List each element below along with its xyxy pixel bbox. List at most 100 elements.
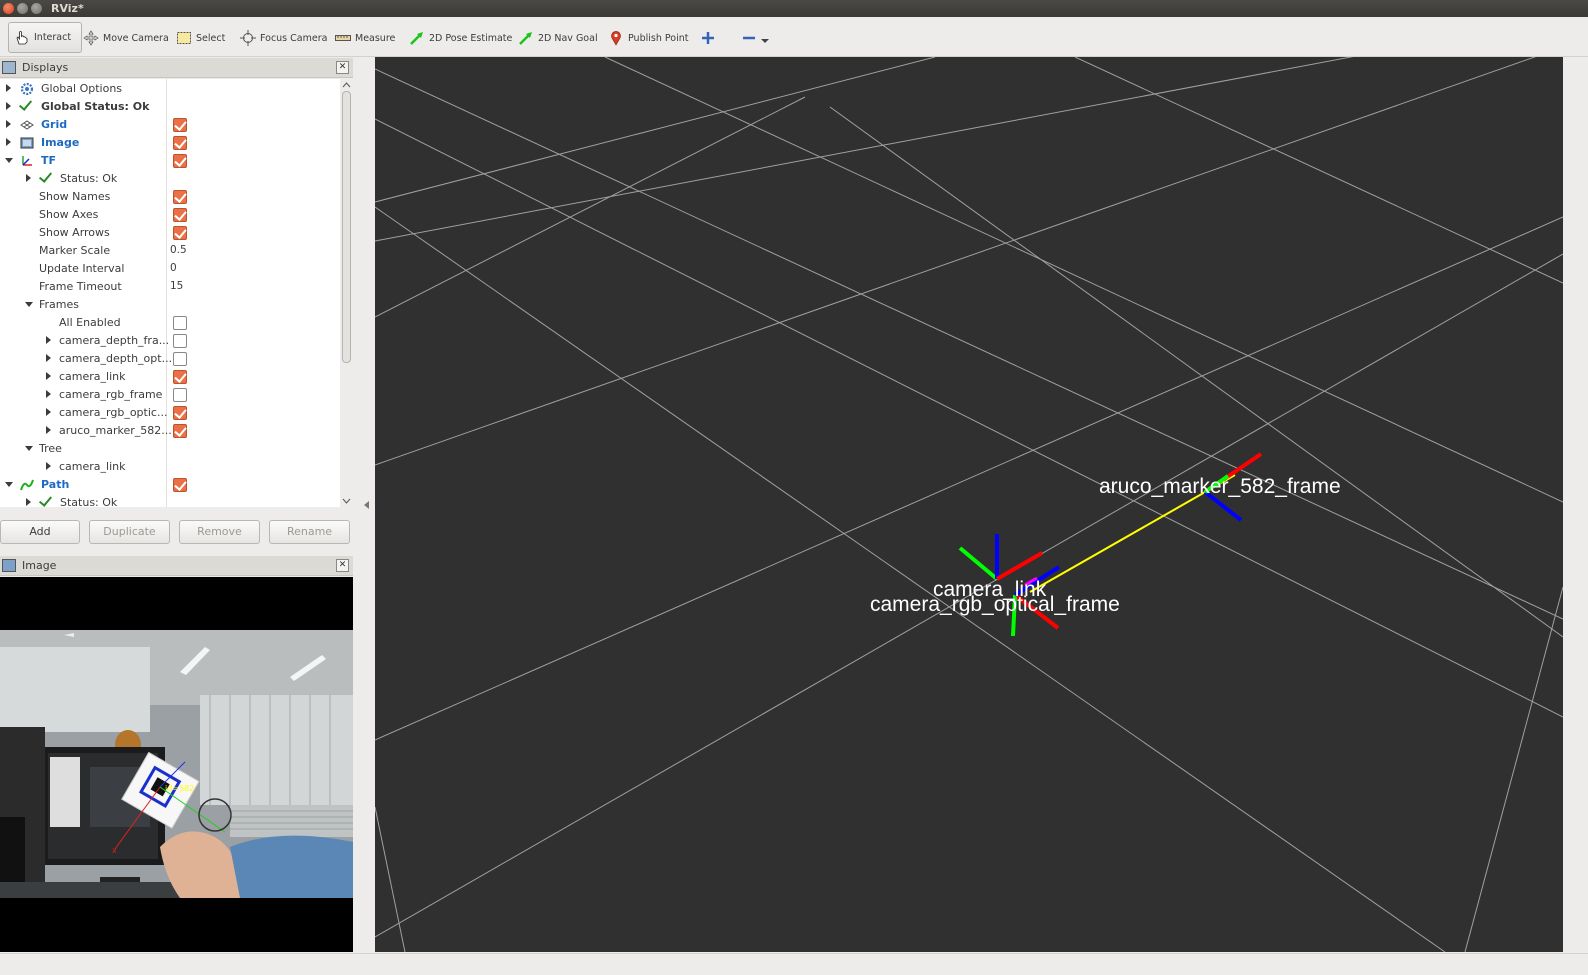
- expand-arrow-icon[interactable]: [6, 138, 11, 146]
- frame-checkbox[interactable]: [173, 334, 187, 348]
- expand-arrow-icon[interactable]: [6, 120, 11, 128]
- tree-row-image[interactable]: Image: [0, 134, 340, 152]
- frame-checkbox[interactable]: [173, 388, 187, 402]
- tree-row-path-status[interactable]: Status: Ok: [0, 494, 340, 507]
- move-camera-label: Move Camera: [103, 32, 169, 44]
- displays-scrollbar[interactable]: [340, 79, 353, 507]
- path-enabled-checkbox[interactable]: [173, 478, 187, 492]
- displays-tree[interactable]: Global Options Global Status: Ok Grid Im…: [0, 79, 340, 507]
- tree-row-frames[interactable]: Frames: [0, 296, 340, 314]
- tree-row-update-interval[interactable]: Update Interval 0: [0, 260, 340, 278]
- duplicate-display-button[interactable]: Duplicate: [89, 520, 170, 544]
- tree-row-tree[interactable]: Tree: [0, 440, 340, 458]
- collapse-arrow-icon[interactable]: [25, 446, 33, 451]
- tree-row-frame[interactable]: camera_link: [0, 368, 340, 386]
- collapse-panel-arrow-icon[interactable]: [364, 501, 369, 509]
- window-close-button[interactable]: [3, 3, 14, 14]
- tree-row-path[interactable]: Path: [0, 476, 340, 494]
- expand-arrow-icon[interactable]: [46, 372, 51, 380]
- select-tool-button[interactable]: Select: [176, 26, 225, 50]
- expand-arrow-icon[interactable]: [46, 354, 51, 362]
- show-axes-checkbox[interactable]: [173, 208, 187, 222]
- displays-close-button[interactable]: ✕: [336, 61, 349, 74]
- tree-row-frame[interactable]: camera_depth_fra...: [0, 332, 340, 350]
- tree-row-frame-timeout[interactable]: Frame Timeout 15: [0, 278, 340, 296]
- plus-icon: [700, 30, 716, 46]
- tree-row-global-options[interactable]: Global Options: [0, 80, 340, 98]
- show-arrows-checkbox[interactable]: [173, 226, 187, 240]
- tree-label: Global Options: [41, 82, 123, 95]
- expand-arrow-icon[interactable]: [6, 102, 11, 110]
- window-maximize-button[interactable]: [31, 3, 42, 14]
- tree-label: Frame Timeout: [39, 280, 122, 293]
- gear-icon: [20, 82, 34, 96]
- expand-arrow-icon[interactable]: [46, 336, 51, 344]
- expand-arrow-icon[interactable]: [46, 462, 51, 470]
- image-enabled-checkbox[interactable]: [173, 136, 187, 150]
- pose-estimate-tool-button[interactable]: 2D Pose Estimate: [409, 26, 512, 50]
- tree-row-tf-status[interactable]: Status: Ok: [0, 170, 340, 188]
- dropdown-arrow-icon: [761, 30, 769, 46]
- tree-row-frame[interactable]: camera_rgb_frame: [0, 386, 340, 404]
- hand-pointer-icon: [14, 30, 30, 46]
- image-icon: [2, 559, 16, 572]
- tree-row-tf[interactable]: TF: [0, 152, 340, 170]
- image-panel-header: Image ✕: [0, 556, 353, 576]
- marker-scale-value[interactable]: 0.5: [170, 244, 187, 256]
- focus-camera-tool-button[interactable]: Focus Camera: [240, 26, 327, 50]
- interact-tool-button[interactable]: Interact: [8, 22, 83, 53]
- image-close-button[interactable]: ✕: [336, 559, 349, 572]
- frame-checkbox[interactable]: [173, 352, 187, 366]
- frame-timeout-value[interactable]: 15: [170, 280, 183, 292]
- expand-arrow-icon[interactable]: [46, 408, 51, 416]
- frame-checkbox[interactable]: [173, 370, 187, 384]
- add-tool-button[interactable]: [700, 26, 716, 50]
- tree-row-frame[interactable]: aruco_marker_582...: [0, 422, 340, 440]
- render-3d-viewport[interactable]: aruco_marker_582_frame camera_link camer…: [375, 57, 1563, 952]
- collapse-arrow-icon[interactable]: [5, 158, 13, 163]
- measure-tool-button[interactable]: Measure: [335, 26, 395, 50]
- scroll-up-icon[interactable]: [340, 80, 353, 90]
- remove-tool-button[interactable]: [741, 26, 769, 50]
- tree-row-frame[interactable]: camera_depth_opt...: [0, 350, 340, 368]
- frame-checkbox[interactable]: [173, 406, 187, 420]
- tree-row-show-arrows[interactable]: Show Arrows: [0, 224, 340, 242]
- expand-arrow-icon[interactable]: [26, 498, 31, 506]
- window-minimize-button[interactable]: [17, 3, 28, 14]
- move-camera-tool-button[interactable]: Move Camera: [83, 26, 169, 50]
- tree-row-grid[interactable]: Grid: [0, 116, 340, 134]
- marker-id-label: id=582: [165, 784, 194, 793]
- tree-label: Marker Scale: [39, 244, 111, 257]
- expand-arrow-icon[interactable]: [26, 174, 31, 182]
- expand-arrow-icon[interactable]: [46, 426, 51, 434]
- scene-canvas[interactable]: aruco_marker_582_frame camera_link camer…: [375, 57, 1563, 952]
- tree-row-global-status[interactable]: Global Status: Ok: [0, 98, 340, 116]
- add-display-button[interactable]: Add: [0, 520, 80, 544]
- tree-row-show-axes[interactable]: Show Axes: [0, 206, 340, 224]
- aruco-frame-label: aruco_marker_582_frame: [1099, 475, 1341, 498]
- all-enabled-checkbox[interactable]: [173, 316, 187, 330]
- update-interval-value[interactable]: 0: [170, 262, 177, 274]
- scrollbar-thumb[interactable]: [342, 91, 351, 363]
- tf-enabled-checkbox[interactable]: [173, 154, 187, 168]
- tree-row-all-enabled[interactable]: All Enabled: [0, 314, 340, 332]
- tree-row-tree-child[interactable]: camera_link: [0, 458, 340, 476]
- publish-point-tool-button[interactable]: Publish Point: [608, 26, 688, 50]
- grid-enabled-checkbox[interactable]: [173, 118, 187, 132]
- image-icon: [20, 136, 34, 150]
- scroll-down-icon[interactable]: [340, 496, 353, 506]
- expand-arrow-icon[interactable]: [6, 84, 11, 92]
- tree-row-marker-scale[interactable]: Marker Scale 0.5: [0, 242, 340, 260]
- collapse-arrow-icon[interactable]: [25, 302, 33, 307]
- tree-row-show-names[interactable]: Show Names: [0, 188, 340, 206]
- show-names-checkbox[interactable]: [173, 190, 187, 204]
- tree-row-frame[interactable]: camera_rgb_optic...: [0, 404, 340, 422]
- frame-checkbox[interactable]: [173, 424, 187, 438]
- remove-display-button[interactable]: Remove: [179, 520, 260, 544]
- rename-display-button[interactable]: Rename: [269, 520, 350, 544]
- tree-label: camera_link: [59, 370, 126, 383]
- map-pin-icon: [608, 30, 624, 46]
- collapse-arrow-icon[interactable]: [5, 482, 13, 487]
- nav-goal-tool-button[interactable]: 2D Nav Goal: [518, 26, 598, 50]
- expand-arrow-icon[interactable]: [46, 390, 51, 398]
